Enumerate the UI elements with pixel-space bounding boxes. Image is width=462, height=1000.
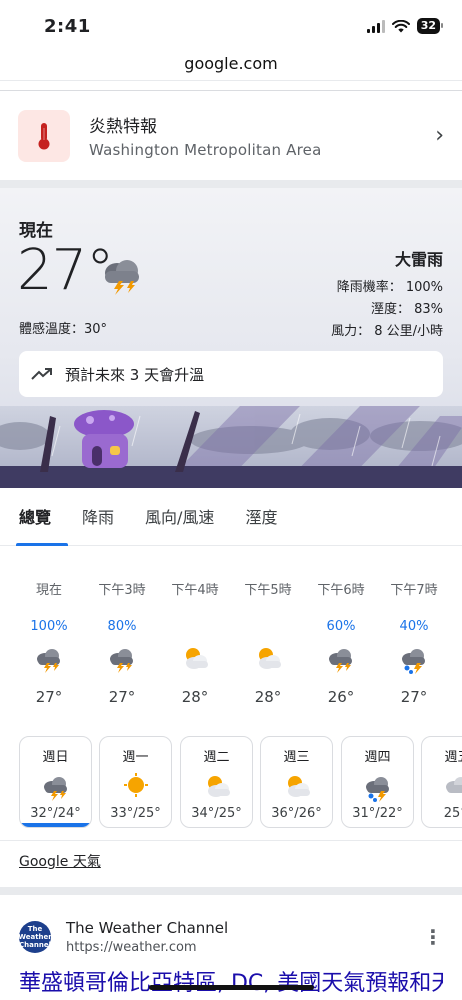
day-name: 週二 <box>203 750 230 765</box>
trending-up-icon <box>31 368 52 380</box>
tab-overview[interactable]: 總覽 <box>15 504 69 546</box>
thermometer-icon <box>18 109 70 162</box>
divider <box>0 80 462 81</box>
battery-icon: 32 <box>416 18 444 34</box>
section-divider <box>0 180 462 188</box>
day-temp-range: 36°/26° <box>271 806 322 821</box>
sunny-icon <box>100 772 171 798</box>
status-icons: 32 <box>366 18 444 34</box>
more-options-icon[interactable]: ⋮ <box>423 925 443 949</box>
current-weather-panel: 現在 27° 體感溫度：30° 大雷雨 降雨機率： 100% 溼度： 83% 風… <box>0 188 462 488</box>
source-row: Google 天氣 <box>0 840 462 887</box>
day-card[interactable]: 週日 32°/24° <box>19 736 92 828</box>
thunderstorm-icon <box>19 644 79 674</box>
partly-cloudy-icon <box>238 644 298 674</box>
status-bar: 2:41 32 <box>0 0 462 52</box>
precip-chance: 降雨機率： 100% <box>336 280 443 295</box>
chevron-right-icon: › <box>435 123 444 148</box>
signal-icon <box>366 19 385 33</box>
site-text: The Weather Channel https://weather.com <box>66 919 423 955</box>
day-card[interactable]: 週四 31°/22° <box>341 736 414 828</box>
heat-alert-card[interactable]: 炎熱特報 Washington Metropolitan Area › <box>0 90 462 180</box>
day-name: 週四 <box>364 750 391 765</box>
alert-location: Washington Metropolitan Area <box>89 141 322 159</box>
daily-forecast: 週日 32°/24° 週一 33°/25° 週二 34°/25° 週三 36°/26° 週四 31… <box>0 736 462 834</box>
hour-precip: 40% <box>399 619 429 634</box>
result-site[interactable]: The Weather Channel The Weather Channel … <box>18 919 443 955</box>
section-divider <box>0 887 462 895</box>
hour-label: 現在 <box>35 583 62 598</box>
tab-precipitation[interactable]: 降雨 <box>82 504 114 545</box>
hour-label: 下午3時 <box>98 583 146 598</box>
hour-temp: 26° <box>327 688 355 706</box>
day-name: 週日 <box>42 750 69 765</box>
partly-cloudy-icon <box>261 772 332 798</box>
day-temp-range: 25°/ <box>443 806 462 821</box>
alert-title: 炎熱特報 <box>89 117 157 137</box>
hour-temp: 27° <box>108 688 136 706</box>
cloudy-icon <box>422 772 462 798</box>
day-card[interactable]: 週三 36°/26° <box>260 736 333 828</box>
weather-tabs: 總覽 降雨 風向/風速 溼度 <box>0 488 462 546</box>
site-url: https://weather.com <box>66 940 197 955</box>
hour-precip: 100% <box>30 619 68 634</box>
hour-label: 下午4時 <box>171 583 219 598</box>
hour-temp: 28° <box>254 688 282 706</box>
hour-label: 下午5時 <box>244 583 292 598</box>
home-indicator[interactable] <box>149 985 314 990</box>
hour-label: 下午6時 <box>317 583 365 598</box>
day-name: 週三 <box>283 750 310 765</box>
scattered-thunderstorm-icon <box>384 644 444 674</box>
partly-cloudy-icon <box>181 772 252 798</box>
thunderstorm-icon <box>311 644 371 674</box>
page: 2:41 32 google.com 炎熱特報 Washington Metro… <box>0 0 462 1000</box>
day-name: 週五 <box>444 750 462 765</box>
status-time: 2:41 <box>44 15 91 37</box>
wifi-icon <box>391 19 410 32</box>
google-weather-link[interactable]: Google 天氣 <box>19 854 101 870</box>
humidity: 溼度： 83% <box>370 302 443 317</box>
weather-channel-logo: The Weather Channel <box>18 921 52 953</box>
thunderstorm-icon <box>20 772 91 801</box>
day-temp-range: 31°/22° <box>352 806 403 821</box>
storm-illustration <box>0 406 462 488</box>
thunderstorm-icon <box>97 255 143 299</box>
feels-like: 體感溫度：30° <box>19 322 108 337</box>
forecast-trend-note[interactable]: 預計未來 3 天會升溫 <box>19 351 443 397</box>
hour-precip: 60% <box>326 619 356 634</box>
alert-text: 炎熱特報 Washington Metropolitan Area <box>89 112 435 159</box>
tab-humidity[interactable]: 溼度 <box>245 504 277 545</box>
day-temp-range: 34°/25° <box>191 806 242 821</box>
hour-temp: 27° <box>35 688 63 706</box>
partly-cloudy-icon <box>165 644 225 674</box>
tab-wind[interactable]: 風向/風速 <box>145 504 214 545</box>
hour-temp: 28° <box>181 688 209 706</box>
day-card[interactable]: 週一 33°/25° <box>99 736 172 828</box>
scattered-thunderstorm-icon <box>342 772 413 802</box>
hour-temp: 27° <box>400 688 428 706</box>
hour-precip: 80% <box>107 619 137 634</box>
hour-label: 下午7時 <box>390 583 438 598</box>
day-name: 週一 <box>122 750 149 765</box>
site-name: The Weather Channel <box>66 919 229 937</box>
day-card[interactable]: 週五 25°/ <box>421 736 462 828</box>
wind: 風力： 8 公里/小時 <box>331 324 443 339</box>
day-temp-range: 32°/24° <box>30 806 81 821</box>
day-temp-range: 33°/25° <box>110 806 161 821</box>
hourly-forecast: 現在 100% 27° 下午3時 80% 27° 下午4時 28° 下午5時 28° 下午6時 60%… <box>0 546 462 736</box>
day-card[interactable]: 週二 34°/25° <box>180 736 253 828</box>
url-bar[interactable]: google.com <box>0 52 462 80</box>
forecast-note-text: 預計未來 3 天會升溫 <box>65 365 205 384</box>
condition-title: 大雷雨 <box>394 250 443 269</box>
thunderstorm-icon <box>92 644 152 674</box>
